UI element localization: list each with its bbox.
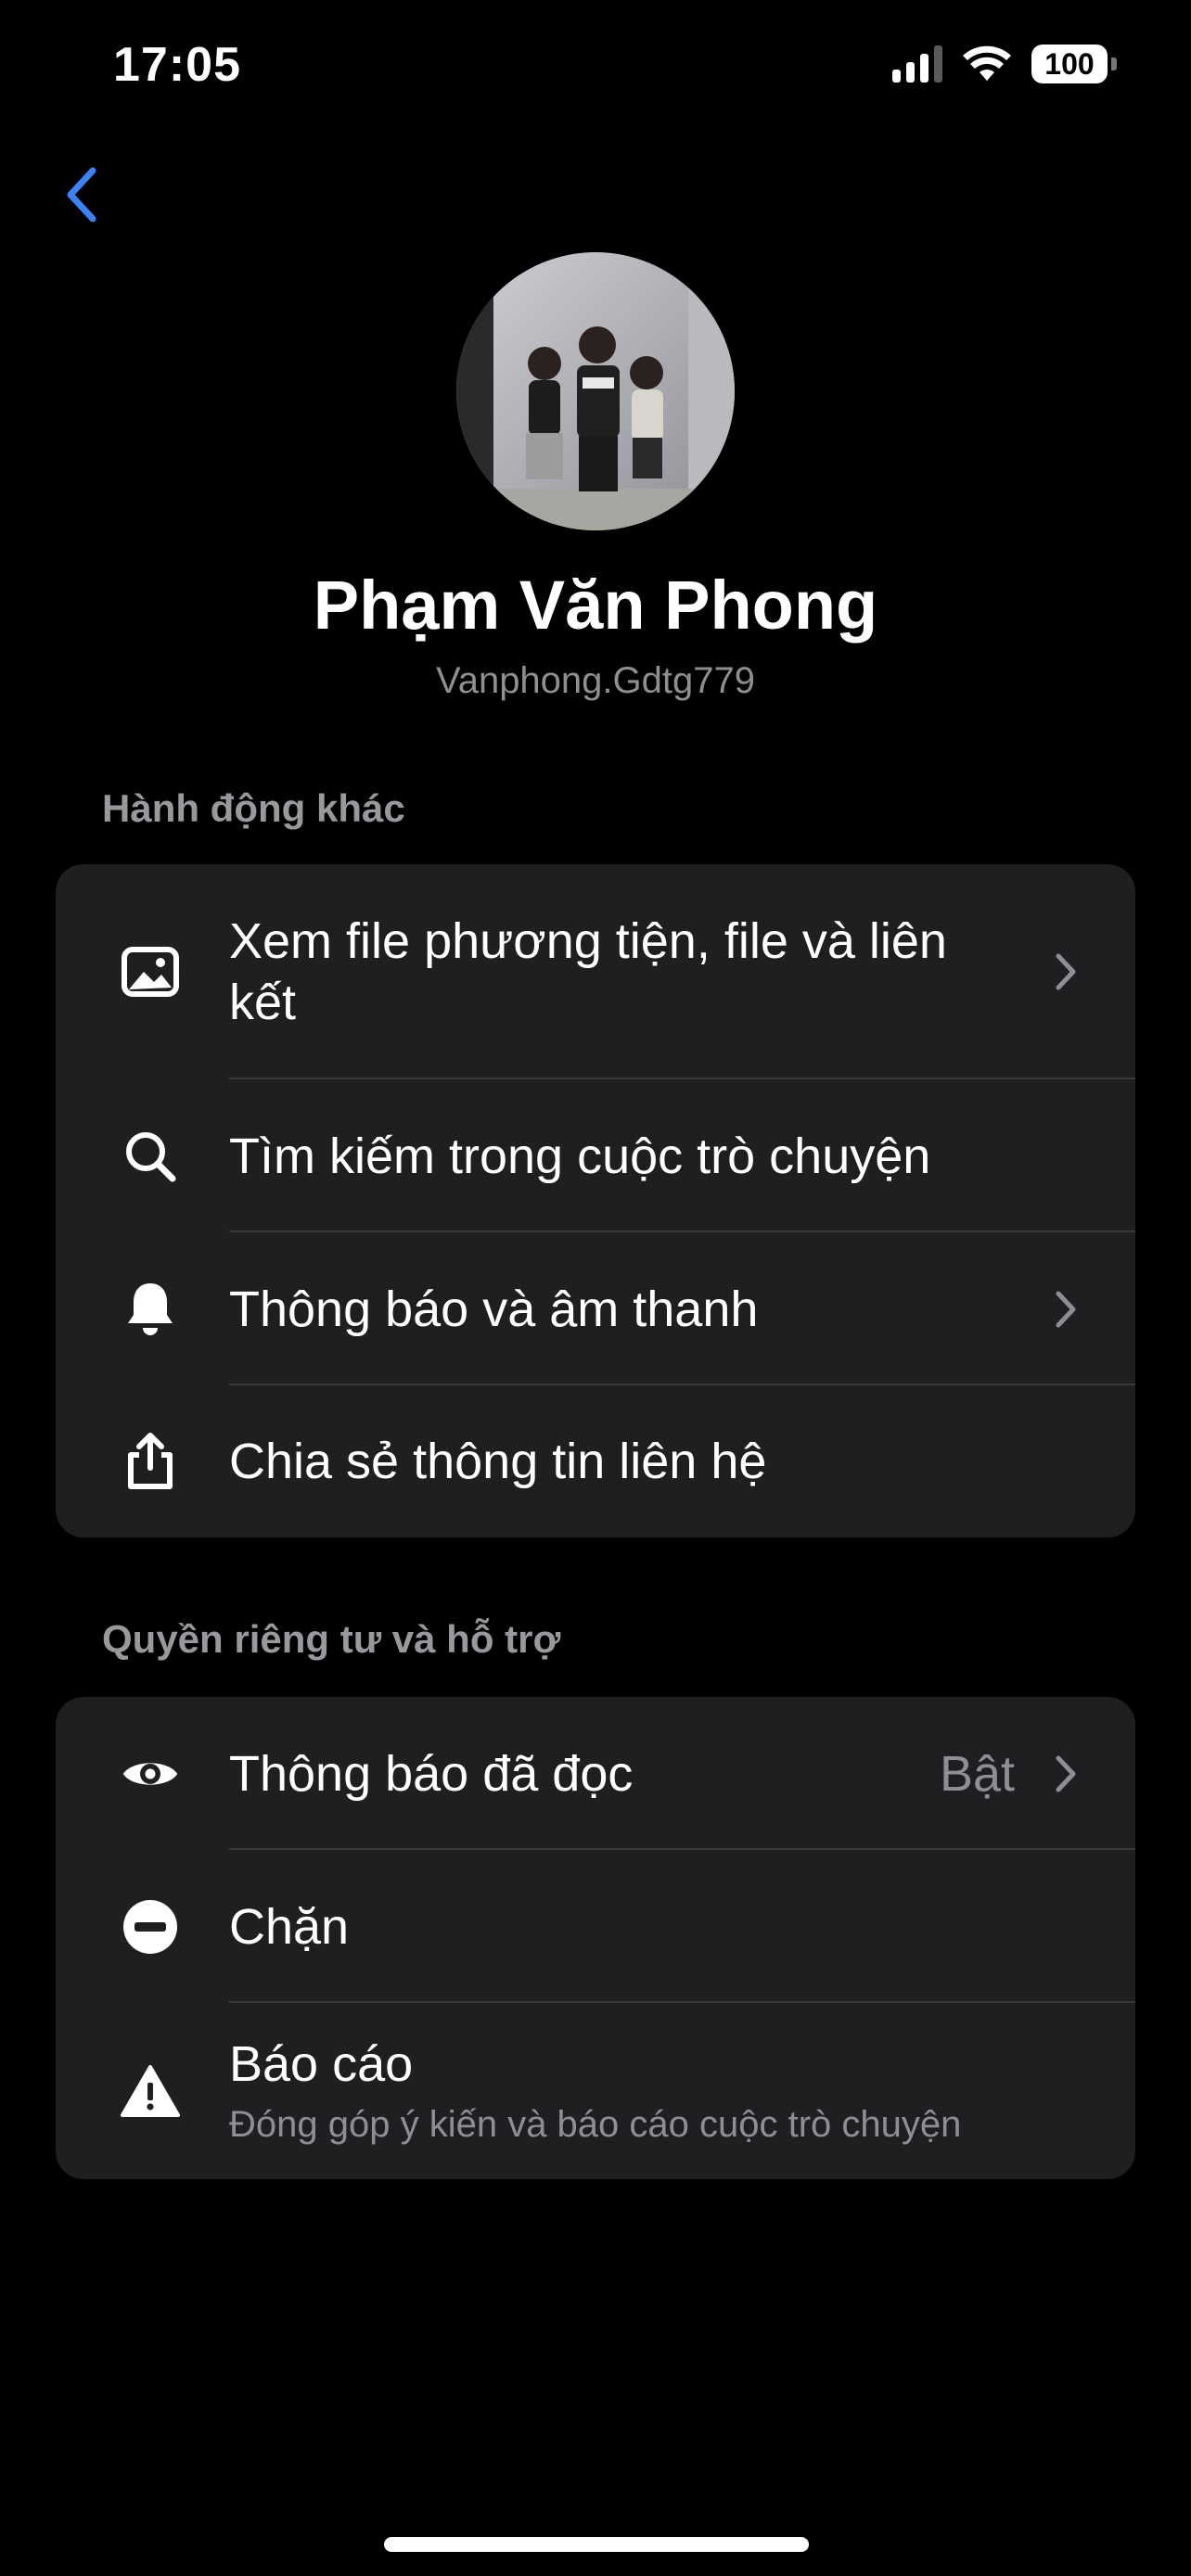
menu-item-report[interactable]: Báo cáo Đóng góp ý kiến và báo cáo cuộc … bbox=[56, 2003, 1135, 2179]
menu-item-label: Thông báo và âm thanh bbox=[229, 1281, 759, 1337]
bell-icon bbox=[121, 1280, 180, 1339]
share-icon bbox=[121, 1432, 180, 1491]
image-icon bbox=[121, 942, 180, 1001]
profile-username: Vanphong.Gdtg779 bbox=[435, 660, 755, 701]
chevron-right-icon bbox=[1052, 949, 1080, 995]
chevron-right-icon bbox=[1052, 1286, 1080, 1333]
profile-name: Phạm Văn Phong bbox=[313, 567, 878, 644]
avatar[interactable] bbox=[456, 252, 735, 530]
home-indicator[interactable] bbox=[384, 2537, 809, 2552]
read-receipts-value: Bật bbox=[939, 1745, 1015, 1802]
wifi-icon bbox=[963, 45, 1011, 81]
signal-icon bbox=[892, 45, 942, 83]
menu-item-report-text: Báo cáo Đóng góp ý kiến và báo cáo cuộc … bbox=[229, 2034, 996, 2149]
actions-card: Xem file phương tiện, file và liên kết T… bbox=[56, 864, 1135, 1537]
menu-item-notifications[interactable]: Thông báo và âm thanh bbox=[56, 1232, 1135, 1385]
avatar-photo bbox=[456, 252, 735, 530]
battery-icon: 100 bbox=[1031, 45, 1117, 83]
menu-item-view-media[interactable]: Xem file phương tiện, file và liên kết bbox=[56, 864, 1135, 1079]
status-icons: 100 bbox=[892, 45, 1117, 83]
menu-item-share-contact[interactable]: Chia sẻ thông tin liên hệ bbox=[56, 1385, 1135, 1537]
search-icon bbox=[121, 1127, 180, 1186]
menu-item-label: Báo cáo bbox=[229, 2036, 414, 2092]
eye-icon bbox=[121, 1744, 180, 1804]
section-title-actions: Hành động khác bbox=[102, 786, 405, 830]
menu-item-read-receipts[interactable]: Thông báo đã đọc Bật bbox=[56, 1697, 1135, 1850]
privacy-card: Thông báo đã đọc Bật Chặn Báo cáo Đóng g… bbox=[56, 1697, 1135, 2179]
warning-icon bbox=[121, 2061, 180, 2121]
menu-item-sublabel: Đóng góp ý kiến và báo cáo cuộc trò chuy… bbox=[229, 2104, 962, 2145]
block-icon bbox=[121, 1897, 180, 1957]
chevron-right-icon bbox=[1052, 1751, 1080, 1797]
menu-item-label: Xem file phương tiện, file và liên kết bbox=[229, 913, 947, 1030]
chevron-left-icon bbox=[67, 167, 96, 223]
menu-item-label: Chặn bbox=[229, 1898, 350, 1955]
menu-item-search[interactable]: Tìm kiếm trong cuộc trò chuyện bbox=[56, 1079, 1135, 1232]
menu-item-label: Thông báo đã đọc bbox=[229, 1745, 634, 1802]
menu-item-block[interactable]: Chặn bbox=[56, 1850, 1135, 2003]
battery-level: 100 bbox=[1031, 45, 1108, 83]
menu-item-label: Chia sẻ thông tin liên hệ bbox=[229, 1434, 767, 1489]
status-bar: 17:05 100 bbox=[0, 0, 1191, 139]
section-title-privacy: Quyền riêng tư và hỗ trợ bbox=[102, 1617, 561, 1661]
status-time: 17:05 bbox=[113, 38, 241, 92]
back-button[interactable] bbox=[54, 158, 109, 232]
menu-item-label: Tìm kiếm trong cuộc trò chuyện bbox=[229, 1128, 931, 1184]
